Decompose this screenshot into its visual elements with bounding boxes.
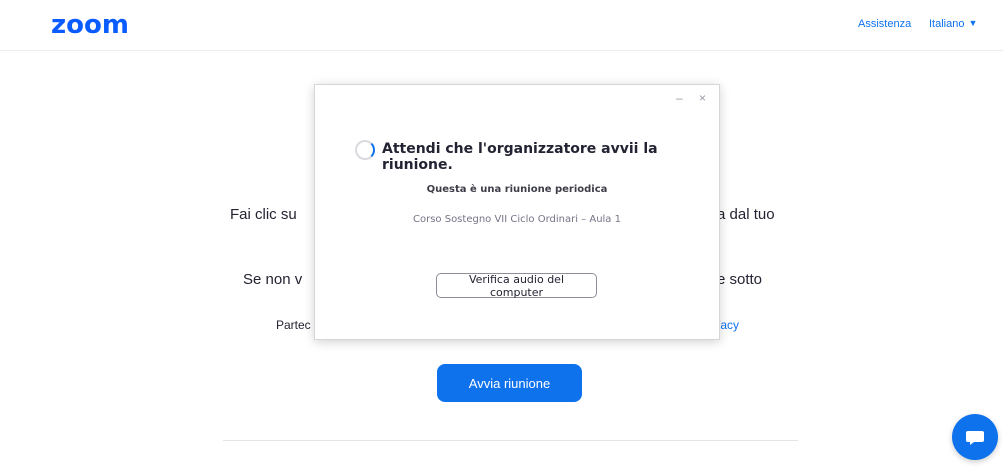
- instruction-line-1-left: Fai clic su: [230, 206, 297, 223]
- header: zoom Assistenza Italiano ▼: [0, 0, 1003, 51]
- close-button[interactable]: ×: [699, 91, 706, 105]
- page: zoom Assistenza Italiano ▼ Fai clic su a …: [0, 0, 1003, 471]
- instruction-line-2-left: Se non v: [243, 271, 303, 288]
- caret-down-icon: ▼: [968, 18, 978, 28]
- language-selector[interactable]: Italiano ▼: [929, 18, 977, 30]
- divider: [223, 440, 798, 441]
- minimize-button[interactable]: –: [676, 91, 683, 105]
- instruction-line-1-right: a dal tuo: [717, 206, 775, 223]
- start-meeting-button[interactable]: Avvia riunione: [437, 364, 582, 402]
- support-link[interactable]: Assistenza: [858, 18, 911, 30]
- language-label: Italiano: [929, 18, 965, 30]
- terms-line-left: Partec: [276, 318, 311, 332]
- test-audio-button[interactable]: Verifica audio del computer: [436, 273, 597, 299]
- privacy-link-fragment[interactable]: /acy: [717, 318, 739, 332]
- waiting-dialog: – × Attendi che l'organizzatore avvii la…: [314, 84, 720, 340]
- chat-button[interactable]: [952, 414, 998, 460]
- chat-bubble-icon: [966, 431, 984, 445]
- meeting-name: Corso Sostegno VII Ciclo Ordinari – Aula…: [413, 214, 621, 225]
- instruction-line-2-right: e sotto: [717, 271, 763, 288]
- zoom-logo[interactable]: zoom: [51, 10, 129, 40]
- dialog-title: Attendi che l'organizzatore avvii la riu…: [382, 141, 658, 173]
- recurring-meeting-label: Questa è una riunione periodica: [426, 184, 608, 195]
- loading-spinner-icon: [355, 140, 375, 160]
